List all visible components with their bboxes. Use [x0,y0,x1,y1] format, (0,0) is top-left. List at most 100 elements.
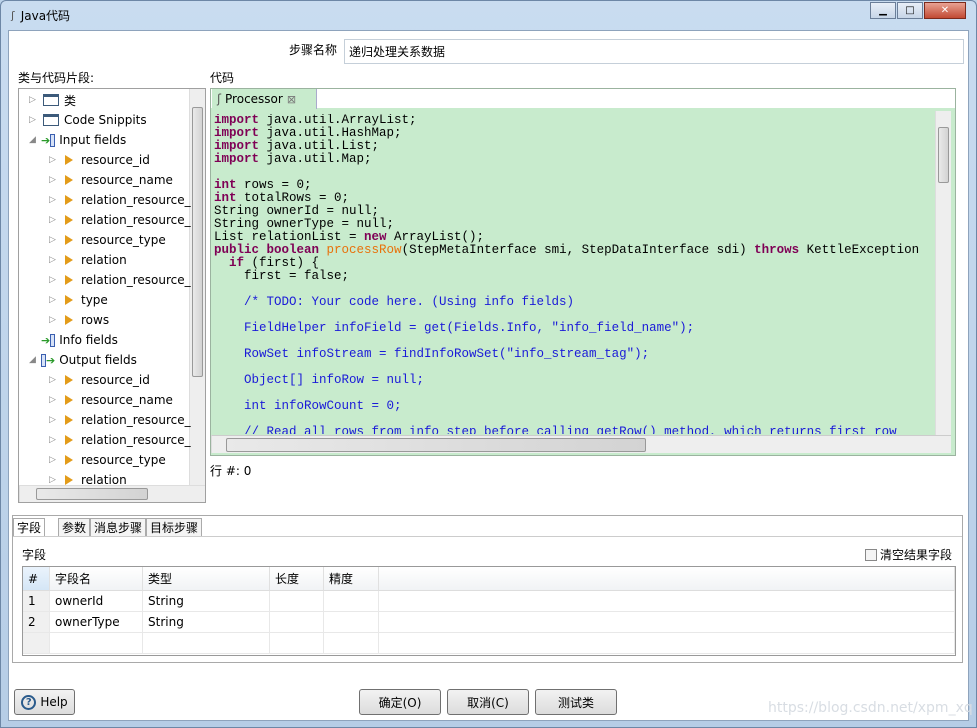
expand-arrow-icon[interactable]: ▷ [49,375,59,385]
code-scroll-thumb[interactable] [938,127,949,183]
code-token: String ownerType = null; [214,217,395,231]
tree-item[interactable]: ▷ resource_name [49,390,173,410]
help-button[interactable]: ? Help [14,689,75,715]
tab-parameters[interactable]: 参数 [58,518,91,537]
table-cell[interactable] [324,591,379,612]
expand-arrow-icon[interactable]: ▷ [49,235,59,245]
tree-item[interactable]: ▷ 类 [29,90,76,110]
field-icon [65,195,73,205]
tab-target-steps[interactable]: 目标步骤 [146,518,203,537]
tree-item[interactable]: ▷ Code Snippits [29,110,147,130]
code-token: first = false; [214,269,350,283]
table-cell[interactable]: 2 [23,612,50,633]
tree-item[interactable]: ▷ resource_id [49,150,150,170]
expand-arrow-icon[interactable]: ▷ [29,115,39,125]
table-cell[interactable] [270,612,324,633]
tree-item[interactable]: ◢ ➔ Input fields [29,130,126,150]
field-icon [65,255,73,265]
tree-item[interactable]: ▷ relation_resource_ [49,410,191,430]
expand-arrow-icon[interactable]: ▷ [49,175,59,185]
tree-item[interactable]: ▷ resource_id [49,370,150,390]
column-header[interactable]: 精度 [324,567,379,591]
expand-arrow-icon[interactable]: ▷ [49,195,59,205]
tab-info-steps[interactable]: 消息步骤 [90,518,147,537]
tree-item[interactable]: ▷ resource_type [49,230,166,250]
clear-result-fields-checkbox[interactable]: 清空结果字段 [864,546,952,563]
tree-scroll-thumb[interactable] [192,107,203,377]
table-cell[interactable]: String [143,612,270,633]
checkbox-box[interactable] [864,548,877,561]
table-cell[interactable] [270,591,324,612]
table-cell[interactable] [270,633,324,654]
tree-item[interactable]: ▷ resource_name [49,170,173,190]
column-header[interactable]: 类型 [143,567,270,591]
expand-arrow-icon[interactable]: ▷ [49,455,59,465]
table-cell[interactable] [50,633,143,654]
output-fields-icon: ➔ [41,353,55,367]
table-cell[interactable] [324,612,379,633]
collapse-arrow-icon[interactable]: ◢ [29,355,39,365]
tree-item-label: relation_resource_ [81,273,191,287]
tree-item-label: relation_resource_ [81,413,191,427]
expand-arrow-icon[interactable]: ▷ [49,435,59,445]
code-text-area[interactable]: import java.util.ArrayList; import java.u… [214,114,936,434]
code-hscroll-thumb[interactable] [226,438,646,452]
watermark: https://blog.csdn.net/xpm_xq [768,700,973,716]
column-header[interactable]: 字段名 [50,567,143,591]
expand-arrow-icon[interactable]: ▷ [49,255,59,265]
expand-arrow-icon[interactable]: ▷ [49,395,59,405]
java-script-icon: ʃ [11,8,15,22]
code-label: 代码 [210,71,235,85]
tree-item[interactable]: ▷ relation_resource_ [49,430,191,450]
tree-item[interactable]: ▷ rows [49,310,109,330]
ok-button[interactable]: 确定(O) [359,689,441,715]
expand-arrow-icon[interactable]: ▷ [49,215,59,225]
code-token: throws [754,243,800,257]
tree-item-label: Info fields [59,333,118,347]
table-cell[interactable] [143,633,270,654]
tree-vertical-scrollbar[interactable] [189,89,205,485]
test-class-button[interactable]: 测试类 [535,689,617,715]
tab-fields[interactable]: 字段 [13,518,46,537]
tree-item[interactable]: ▷ relation [49,470,127,490]
expand-arrow-icon[interactable]: ▷ [49,155,59,165]
column-header[interactable]: 长度 [270,567,324,591]
tree-item[interactable]: ➔ Info fields [29,330,118,350]
expand-arrow-icon[interactable]: ▷ [49,415,59,425]
code-token: public boolean [214,243,320,257]
cancel-button[interactable]: 取消(C) [447,689,529,715]
table-cell[interactable]: ownerId [50,591,143,612]
close-tab-icon[interactable]: ⊠ [287,93,296,106]
tree-item[interactable]: ▷ resource_type [49,450,166,470]
expand-arrow-icon[interactable]: ▷ [29,95,39,105]
expand-arrow-icon[interactable]: ▷ [49,475,59,485]
tree-item[interactable]: ▷ type [49,290,108,310]
column-header[interactable]: # [23,567,50,591]
expand-arrow-icon[interactable]: ▷ [49,295,59,305]
table-cell[interactable]: 1 [23,591,50,612]
table-cell[interactable]: String [143,591,270,612]
step-name-input[interactable] [344,39,964,64]
code-horizontal-scrollbar[interactable] [211,435,951,453]
tab-processor[interactable]: ʃ Processor ⊠ [212,89,317,109]
field-icon [65,375,73,385]
minimize-button[interactable]: ▁ [870,2,896,19]
tree-item[interactable]: ▷ relation [49,250,127,270]
table-cell[interactable] [324,633,379,654]
collapse-arrow-icon[interactable]: ◢ [29,135,39,145]
code-vertical-scrollbar[interactable] [935,111,951,435]
close-button[interactable]: ✕ [924,2,966,19]
tree-item[interactable]: ◢ ➔ Output fields [29,350,137,370]
table-cell[interactable] [23,633,50,654]
expand-arrow-icon[interactable]: ▷ [49,275,59,285]
tree-item[interactable]: ▷ relation_resource_ [49,190,191,210]
code-token: rows = 0; [236,178,312,192]
expand-arrow-icon[interactable]: ▷ [49,315,59,325]
tree-item[interactable]: ▷ relation_resource_ [49,210,191,230]
table-cell[interactable]: ownerType [50,612,143,633]
maximize-button[interactable]: □ [897,2,923,19]
field-icon [65,435,73,445]
tree-item[interactable]: ▷ relation_resource_ [49,270,191,290]
window-title: Java代码 [20,8,71,23]
